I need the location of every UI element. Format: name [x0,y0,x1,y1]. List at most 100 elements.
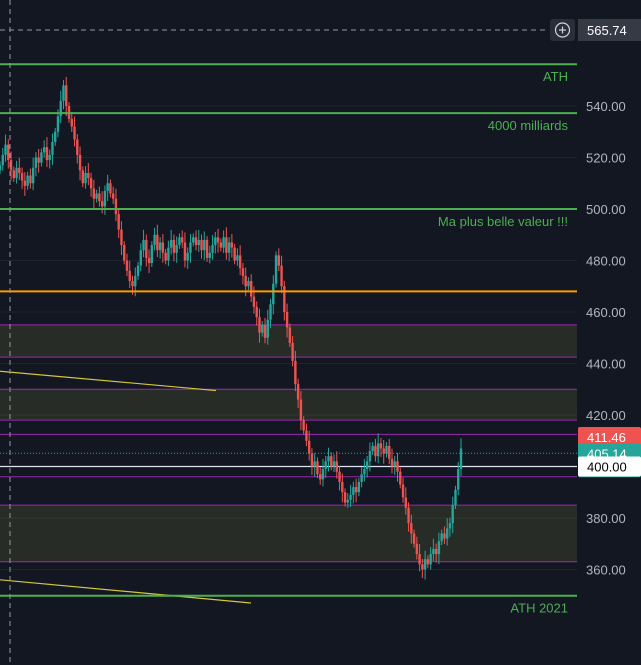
candle-body [244,275,247,287]
zone-fill [0,389,577,421]
candle-body [123,245,126,261]
zone-fill [0,324,577,358]
candle-body [346,499,350,503]
candle-body [23,180,27,186]
candle-body [227,242,231,253]
candle-body [360,474,363,482]
candle-body [4,144,7,155]
candle-body [62,85,65,101]
candle-body [396,461,399,472]
candle-body [236,255,239,261]
candle-body [390,458,394,467]
candle-body [145,239,148,258]
candle-body [415,543,419,555]
candle-body [167,247,170,261]
price-axis[interactable]: 360.00 380.00 400.00 420.00 440.00 460.00 480.… [578,0,641,665]
candle-body [319,474,322,480]
candle-body [164,252,167,261]
price-tag-label: 400.00 [587,460,627,475]
candle-body [429,554,432,565]
candle-body [379,443,383,449]
stock-chart[interactable]: ATH556.224000 milliards537.22Ma plus bel… [0,0,641,665]
candle-body [20,172,24,181]
y-tick-label: 480.00 [586,254,626,269]
candle-body [109,183,112,194]
candle-body [294,360,297,385]
crosshair-price-label: 565.74 [587,23,627,38]
candle-body [139,250,142,266]
candle-body [172,239,176,253]
candle-body [399,471,402,485]
candle-body [368,451,372,462]
candle-body [324,461,327,470]
zone-fill [0,505,577,562]
candle-body [316,461,319,475]
candle-body [42,147,46,153]
candle-body [219,242,223,248]
candle-body [393,461,396,467]
candle-body [258,317,261,333]
candle-body [371,445,374,452]
candle-body [128,270,131,282]
y-tick-label: 380.00 [586,511,626,526]
candle-body [407,507,410,524]
candle-body [448,523,452,529]
candle-body [48,154,51,161]
candle-body [34,157,38,168]
candle-body [169,239,173,248]
candle-body [247,281,250,287]
candle-body [457,469,460,490]
candle-body [153,234,156,246]
candle-body [277,255,281,266]
candle-body [183,242,187,261]
candle-body [291,342,294,361]
candle-body [214,237,217,246]
candle-body [451,505,454,524]
candle-body [203,239,206,251]
candle-body [125,260,129,271]
candle-body [274,255,278,284]
candle-body [81,170,85,184]
candle-body [349,494,352,500]
candle-body [136,265,140,276]
candle-body [432,548,435,555]
candle-body [357,481,361,493]
candle-body [156,234,159,251]
candle-body [178,237,181,246]
candle-body [51,142,54,155]
candle-body [459,448,463,470]
candle-body [412,533,416,544]
candle-body [299,399,303,421]
candle-body [238,255,242,269]
candle-body [111,193,115,199]
candle-body [205,239,209,258]
candle-body [84,172,87,184]
candle-body [266,319,269,338]
candle-body [341,481,344,493]
candle-body [363,469,366,475]
candle-body [280,265,283,287]
candle-body [180,237,184,243]
candle-body [418,554,421,565]
candle-body [222,237,225,248]
y-tick-label: 360.00 [586,563,626,578]
candle-body [310,453,314,467]
candle-body [65,85,68,106]
candle-body [283,286,286,312]
candle-body [89,178,93,189]
candle-body [208,252,211,258]
candle-body [216,237,220,243]
candle-body [106,183,109,191]
candle-body [255,306,258,318]
candle-body [45,147,49,161]
candle-body [269,304,272,320]
candle-body [352,487,355,495]
candle-body [338,471,341,482]
candle-body [443,533,446,539]
price-tag-label: 411.46 [587,430,626,445]
y-tick-label: 520.00 [586,151,626,166]
candle-body [134,275,137,287]
candle-body [7,144,10,161]
candle-body [100,201,104,207]
candle-body [29,175,32,184]
